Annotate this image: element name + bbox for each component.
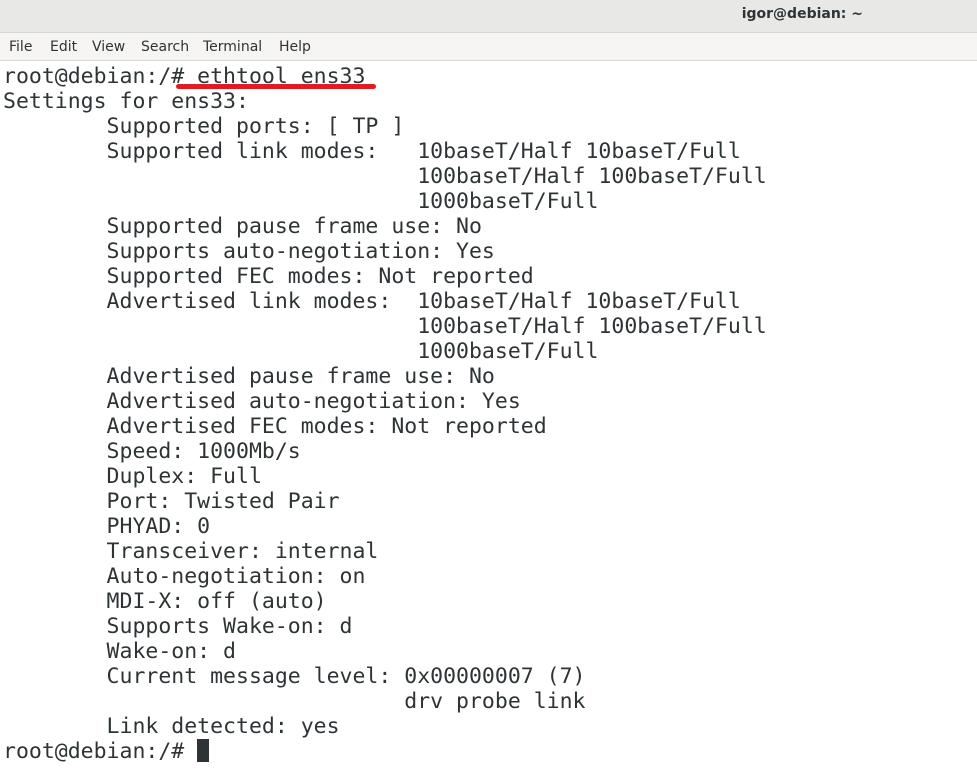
menu-help[interactable]: Help (279, 39, 311, 55)
output-line: MDI-X: off (auto) (3, 589, 327, 614)
window-title: igor@debian: ~ (741, 6, 863, 22)
output-line: Current message level: 0x00000007 (7) (3, 664, 586, 689)
output-line: Advertised pause frame use: No (3, 364, 495, 389)
menu-file[interactable]: File (9, 39, 32, 55)
output-line: Advertised link modes: 10baseT/Half 10ba… (3, 289, 741, 314)
output-line: Transceiver: internal (3, 539, 379, 564)
red-underline-annotation (176, 84, 376, 89)
text-cursor (197, 739, 210, 762)
menu-terminal[interactable]: Terminal (203, 39, 262, 55)
output-line: Auto-negotiation: on (3, 564, 366, 589)
output-line: PHYAD: 0 (3, 514, 211, 539)
output-line: Supported ports: [ TP ] (3, 114, 405, 139)
output-line: Supports auto-negotiation: Yes (3, 239, 495, 264)
menu-bar: File Edit View Search Terminal Help (0, 33, 977, 61)
output-line: Port: Twisted Pair (3, 489, 340, 514)
terminal-window: igor@debian: ~ File Edit View Search Ter… (0, 0, 977, 783)
output-line: Wake-on: d (3, 639, 236, 664)
output-line: Settings for ens33: (3, 89, 249, 114)
output-line: drv probe link (3, 689, 586, 714)
output-line: 100baseT/Half 100baseT/Full (3, 314, 767, 339)
shell-prompt: root@debian:/# (3, 739, 198, 764)
terminal-output[interactable]: root@debian:/# ethtool ens33 Settings fo… (0, 61, 977, 783)
output-line: Speed: 1000Mb/s (3, 439, 301, 464)
output-line: Duplex: Full (3, 464, 262, 489)
output-line: Link detected: yes (3, 714, 340, 739)
output-line: 100baseT/Half 100baseT/Full (3, 164, 767, 189)
output-line: Advertised FEC modes: Not reported (3, 414, 547, 439)
menu-edit[interactable]: Edit (50, 39, 77, 55)
output-line: Supported FEC modes: Not reported (3, 264, 534, 289)
prompt-line[interactable]: root@debian:/# (3, 739, 210, 764)
output-line: Supports Wake-on: d (3, 614, 353, 639)
menu-search[interactable]: Search (141, 39, 189, 55)
output-line: Supported link modes: 10baseT/Half 10bas… (3, 139, 741, 164)
output-line: Advertised auto-negotiation: Yes (3, 389, 521, 414)
menu-view[interactable]: View (92, 39, 125, 55)
output-line: 1000baseT/Full (3, 189, 599, 214)
output-line: Supported pause frame use: No (3, 214, 482, 239)
title-bar[interactable]: igor@debian: ~ (0, 0, 977, 33)
output-line: 1000baseT/Full (3, 339, 599, 364)
